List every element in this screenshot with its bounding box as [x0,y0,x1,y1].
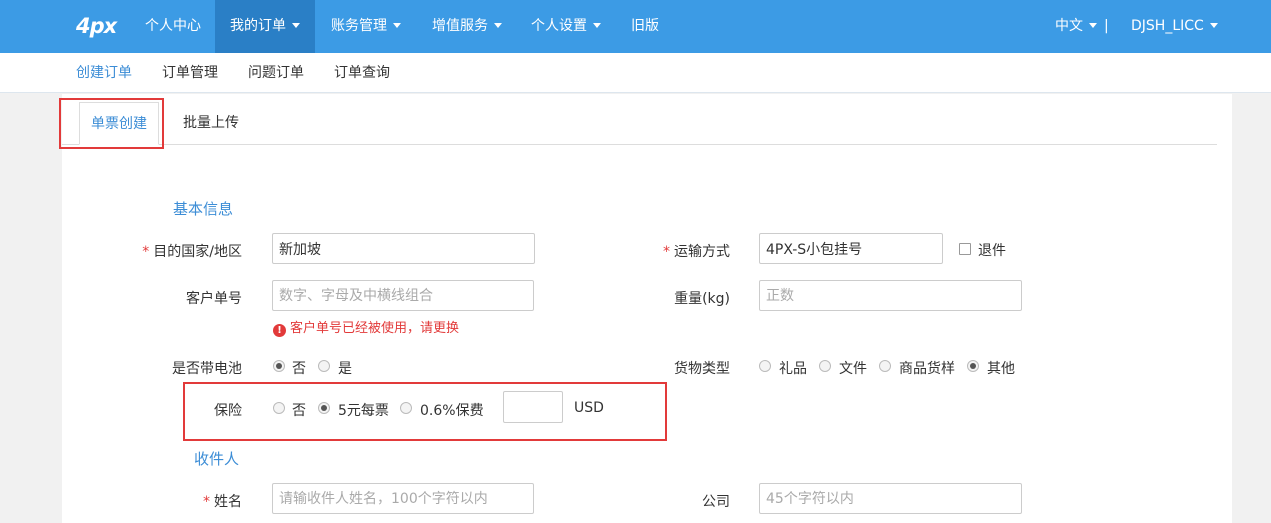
weight-input[interactable] [759,280,1022,311]
highlight-box-tab [59,98,164,149]
goods-other-label: 其他 [987,361,1015,377]
nav-personal-settings[interactable]: 个人设置 [516,0,616,53]
company-label: 公司 [702,494,730,510]
caret-down-icon [1089,22,1097,28]
goods-sample-label: 商品货样 [899,361,955,377]
username: DJSH_LICC [1131,18,1204,34]
subnav-problem-orders[interactable]: 问题订单 [248,53,304,93]
goods-gift-label: 礼品 [779,361,807,377]
shipping-method-input[interactable] [759,233,943,264]
subnav-create-order[interactable]: 创建订单 [76,53,132,93]
nav-account-management[interactable]: 账务管理 [316,0,416,53]
nav-label: 增值服务 [432,18,488,34]
goods-sample-radio[interactable] [879,360,891,372]
highlight-box-insurance [183,382,667,441]
nav-label: 账务管理 [331,18,387,34]
subnav-order-management[interactable]: 订单管理 [162,53,218,93]
nav-separator: | [1104,18,1109,34]
language-label: 中文 [1055,18,1083,34]
caret-down-icon [292,22,300,28]
required-mark: * [203,494,210,510]
return-checkbox[interactable] [959,243,971,255]
nav-my-orders[interactable]: 我的订单 [215,0,315,53]
nav-label: 个人中心 [145,18,201,34]
caret-down-icon [393,22,401,28]
battery-yes-radio[interactable] [318,360,330,372]
nav-label: 我的订单 [230,18,286,34]
weight-label: 重量(kg) [674,291,730,307]
tab-batch-upload[interactable]: 批量上传 [183,102,239,145]
nav-label: 个人设置 [531,18,587,34]
section-basic-info: 基本信息 [173,200,234,218]
user-menu[interactable]: DJSH_LICC [1116,0,1233,53]
receiver-name-input[interactable] [272,483,534,514]
customer-no-label: 客户单号 [186,291,242,307]
goods-gift-radio[interactable] [759,360,771,372]
top-navbar: 4px 个人中心 我的订单 账务管理 增值服务 个人设置 旧版 中文 | DJS… [0,0,1271,53]
customer-no-error: ! 客户单号已经被使用，请更换 [273,317,459,337]
country-input[interactable] [272,233,535,264]
nav-old-version[interactable]: 旧版 [616,0,674,53]
nav-label: 旧版 [631,18,659,34]
company-input[interactable] [759,483,1022,514]
caret-down-icon [593,22,601,28]
shipping-label-text: 运输方式 [674,244,730,260]
sub-navbar: 创建订单 订单管理 问题订单 订单查询 [0,53,1271,93]
return-label: 退件 [978,243,1006,259]
battery-label: 是否带电池 [172,361,242,377]
goods-type-label: 货物类型 [674,361,730,377]
customer-no-input[interactable] [272,280,534,311]
subnav-order-query[interactable]: 订单查询 [334,53,390,93]
nav-personal-center[interactable]: 个人中心 [130,0,216,53]
required-mark: * [663,244,670,260]
required-mark: * [142,244,150,260]
error-icon: ! [273,324,286,337]
country-label: * 目的国家/地区 [120,241,242,261]
caret-down-icon [494,22,502,28]
battery-yes-label: 是 [338,361,352,377]
caret-down-icon [1209,22,1218,28]
battery-no-label: 否 [292,361,306,377]
goods-document-label: 文件 [839,361,867,377]
error-text: 客户单号已经被使用，请更换 [290,321,460,336]
logo[interactable]: 4px [76,14,117,38]
goods-other-radio[interactable] [967,360,979,372]
section-receiver: 收件人 [194,450,240,468]
country-label-text: 目的国家/地区 [153,244,242,260]
goods-document-radio[interactable] [819,360,831,372]
name-label-text: 姓名 [214,494,242,510]
name-label: * 姓名 [160,491,242,511]
nav-value-added-services[interactable]: 增值服务 [417,0,517,53]
battery-no-radio[interactable] [273,360,285,372]
shipping-label: * 运输方式 [620,241,730,261]
